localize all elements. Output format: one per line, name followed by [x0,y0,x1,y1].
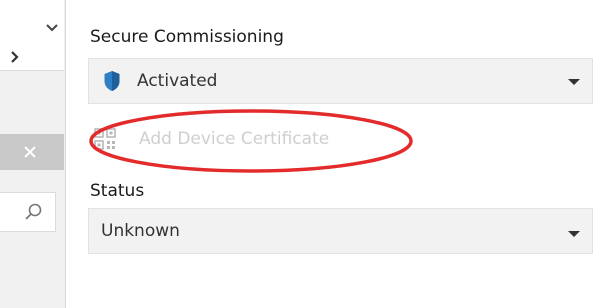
properties-panel: Secure Commissioning Activated Add Devic… [66,0,613,308]
add-device-certificate-label: Add Device Certificate [139,129,330,149]
search-icon[interactable] [23,202,43,222]
add-device-certificate-button[interactable]: Add Device Certificate [94,120,394,160]
left-pane-header [0,0,64,71]
close-bar [0,134,64,170]
secure-commissioning-label: Secure Commissioning [90,27,284,47]
status-value: Unknown [101,221,180,241]
dropdown-arrow-icon[interactable] [568,77,580,87]
left-pane [0,0,66,308]
chevron-down-icon[interactable] [44,20,60,36]
secure-commissioning-select[interactable]: Activated [88,58,593,104]
secure-commissioning-value: Activated [137,71,218,91]
status-label: Status [90,181,145,201]
status-select[interactable]: Unknown [88,208,593,254]
search-input[interactable] [0,192,56,232]
dropdown-arrow-icon[interactable] [568,229,580,239]
shield-icon [104,71,120,91]
chevron-right-icon[interactable] [8,50,22,64]
qr-code-icon [94,128,116,150]
close-icon[interactable] [22,144,38,160]
